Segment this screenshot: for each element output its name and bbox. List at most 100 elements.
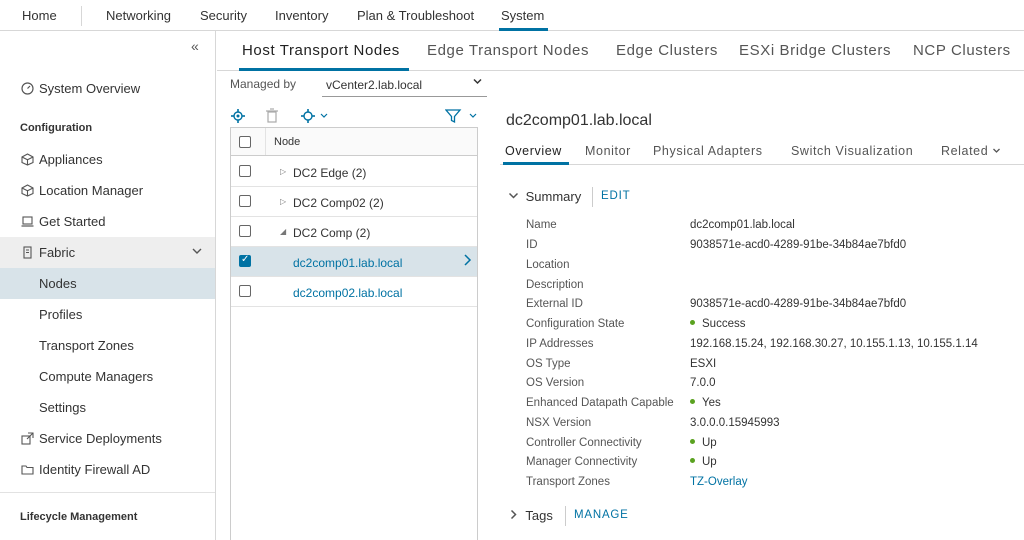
field-label-ip-addresses: IP Addresses — [526, 338, 594, 350]
chevron-right-icon[interactable] — [463, 253, 473, 270]
tags-label: Tags — [525, 508, 553, 523]
field-value-external-id: 9038571e-acd0-4289-91be-34b84ae7bfd0 — [690, 298, 907, 310]
node-link[interactable]: dc2comp02.lab.local — [293, 286, 402, 300]
row-checkbox[interactable] — [239, 254, 251, 267]
sidebar-item-system-overview[interactable]: System Overview — [0, 73, 215, 104]
sidebar-item-label: Appliances — [39, 152, 103, 167]
sidebar-item-service-deployments[interactable]: Service Deployments — [0, 423, 215, 454]
table-row[interactable]: ▷ DC2 Edge (2) — [231, 157, 477, 187]
column-header-node[interactable]: Node — [274, 136, 300, 148]
tab-esxi-bridge-clusters[interactable]: ESXi Bridge Clusters — [739, 42, 891, 59]
sidebar-divider — [0, 492, 215, 493]
table-row[interactable]: ◢ DC2 Comp (2) — [231, 217, 477, 247]
tab-ncp-clusters[interactable]: NCP Clusters — [913, 42, 1011, 59]
field-label-id: ID — [526, 239, 538, 251]
sidebar-item-get-started[interactable]: Get Started — [0, 206, 215, 237]
collapse-sidebar-icon[interactable]: « — [191, 38, 199, 54]
section-divider — [592, 187, 593, 207]
status-ok-dot-icon — [690, 320, 695, 326]
sidebar-item-nodes[interactable]: Nodes — [0, 268, 215, 299]
row-checkbox[interactable] — [239, 195, 251, 207]
expand-icon[interactable]: ▷ — [280, 167, 286, 176]
tab-overview[interactable]: Overview — [505, 144, 562, 158]
sidebar-item-settings[interactable]: Settings — [0, 392, 215, 423]
edit-button[interactable]: EDIT — [601, 190, 630, 202]
chevron-down-icon — [993, 148, 1001, 153]
field-value-configuration-state: Success — [690, 318, 745, 330]
nav-plan-troubleshoot[interactable]: Plan & Troubleshoot — [357, 8, 474, 23]
row-checkbox[interactable] — [239, 165, 251, 177]
node-link[interactable]: dc2comp01.lab.local — [293, 256, 402, 270]
sidebar-item-transport-zones[interactable]: Transport Zones — [0, 330, 215, 361]
main-tabs: Host Transport Nodes Edge Transport Node… — [217, 31, 1024, 71]
column-divider — [265, 128, 266, 155]
tab-active-indicator — [239, 68, 409, 71]
field-value-name: dc2comp01.lab.local — [690, 219, 795, 231]
field-label-controller-connectivity: Controller Connectivity — [526, 437, 642, 449]
sidebar-item-appliances[interactable]: Appliances — [0, 144, 215, 175]
sidebar-item-location-manager[interactable]: Location Manager — [0, 175, 215, 206]
chevron-down-icon[interactable] — [191, 245, 203, 260]
field-value-ip-addresses: 192.168.15.24, 192.168.30.27, 10.155.1.1… — [690, 338, 978, 350]
chevron-down-icon — [472, 76, 483, 90]
sidebar-item-compute-managers[interactable]: Compute Managers — [0, 361, 215, 392]
detail-title: dc2comp01.lab.local — [506, 112, 652, 129]
sidebar-item-fabric[interactable]: Fabric — [0, 237, 215, 268]
sidebar-item-label: System Overview — [39, 81, 141, 96]
nav-home[interactable]: Home — [22, 8, 57, 23]
chevron-right-icon[interactable] — [508, 509, 522, 523]
field-label-os-version: OS Version — [526, 377, 585, 389]
transport-zone-link[interactable]: TZ-Overlay — [690, 476, 748, 488]
summary-label: Summary — [525, 189, 582, 204]
sidebar-item-profiles[interactable]: Profiles — [0, 299, 215, 330]
section-heading-lifecycle-management: Lifecycle Management — [20, 511, 138, 523]
nav-security[interactable]: Security — [200, 8, 247, 23]
group-label: DC2 Comp02 (2) — [293, 196, 384, 210]
field-value-os-type: ESXI — [690, 358, 717, 370]
filter-icon[interactable] — [444, 108, 477, 127]
sidebar-item-identity-firewall-ad[interactable]: Identity Firewall AD — [0, 454, 215, 485]
field-value-controller-connectivity: Up — [690, 437, 717, 449]
tab-related-label: Related — [941, 144, 989, 158]
expand-icon[interactable]: ▷ — [280, 197, 286, 206]
table-row[interactable]: ▷ DC2 Comp02 (2) — [231, 187, 477, 217]
manage-tags-button[interactable]: MANAGE — [574, 509, 629, 521]
status-text: Success — [702, 318, 746, 330]
nav-inventory[interactable]: Inventory — [275, 8, 328, 23]
field-label-enhanced-datapath: Enhanced Datapath Capable — [526, 397, 674, 409]
add-host-icon[interactable] — [230, 108, 246, 127]
tab-edge-transport-nodes[interactable]: Edge Transport Nodes — [427, 42, 589, 59]
actions-gear-icon[interactable] — [300, 108, 328, 127]
table-row[interactable]: dc2comp01.lab.local — [231, 247, 477, 277]
delete-icon[interactable] — [265, 108, 279, 127]
field-label-manager-connectivity: Manager Connectivity — [526, 456, 638, 468]
select-all-checkbox[interactable] — [239, 136, 251, 148]
row-checkbox[interactable] — [239, 285, 251, 297]
managed-by-select[interactable]: vCenter2.lab.local — [322, 75, 487, 97]
tags-section-header[interactable]: Tags MANAGE — [508, 506, 628, 526]
tab-host-transport-nodes[interactable]: Host Transport Nodes — [242, 42, 400, 59]
nav-system[interactable]: System — [501, 8, 544, 23]
nav-networking[interactable]: Networking — [106, 8, 171, 23]
chevron-down-icon[interactable] — [508, 190, 522, 204]
summary-section-header[interactable]: Summary EDIT — [508, 187, 630, 207]
tab-monitor[interactable]: Monitor — [585, 144, 631, 158]
sidebar: « System Overview Configuration Applianc… — [0, 31, 216, 540]
tab-edge-clusters[interactable]: Edge Clusters — [616, 42, 718, 59]
sidebar-item-label: Transport Zones — [39, 338, 134, 353]
detail-tabs: Overview Monitor Physical Adapters Switc… — [500, 137, 1024, 165]
collapse-icon[interactable]: ◢ — [280, 227, 286, 236]
field-label-name: Name — [526, 219, 557, 231]
detail-tab-active-indicator — [503, 162, 569, 165]
tab-switch-visualization[interactable]: Switch Visualization — [791, 144, 913, 158]
sidebar-item-label: Identity Firewall AD — [39, 462, 151, 477]
node-grid: Node ▷ DC2 Edge (2) ▷ DC2 Comp02 (2) ◢ D… — [230, 127, 478, 540]
status-text: Yes — [702, 397, 721, 409]
sidebar-item-label: Nodes — [39, 276, 77, 291]
sidebar-item-label: Compute Managers — [39, 369, 154, 384]
sidebar-item-label: Profiles — [39, 307, 83, 322]
table-row[interactable]: dc2comp02.lab.local — [231, 277, 477, 307]
tab-related[interactable]: Related — [941, 144, 1001, 158]
row-checkbox[interactable] — [239, 225, 251, 237]
tab-physical-adapters[interactable]: Physical Adapters — [653, 144, 763, 158]
